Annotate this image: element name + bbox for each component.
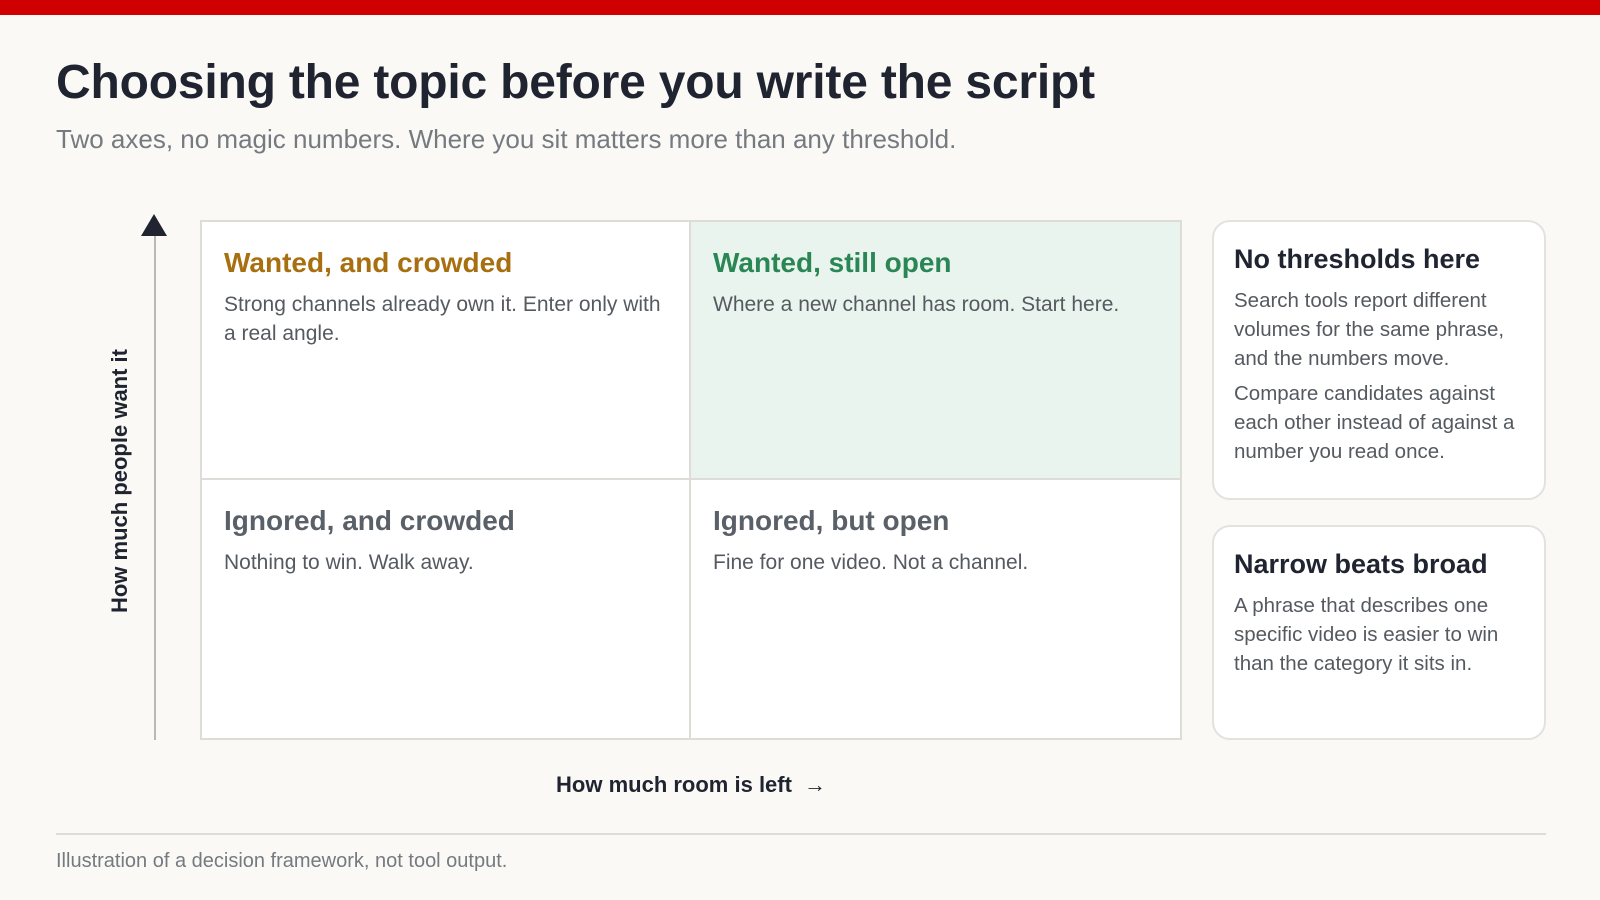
footer-divider bbox=[56, 833, 1546, 835]
quadrant-description: Nothing to win. Walk away. bbox=[224, 551, 474, 574]
decision-matrix: Wanted, and crowded Strong channels alre… bbox=[200, 220, 1182, 740]
page-title: Choosing the topic before you write the … bbox=[56, 56, 1095, 109]
card-paragraph: Search tools report different volumes fo… bbox=[1234, 289, 1505, 370]
quadrant-title: Ignored, but open bbox=[713, 505, 950, 536]
card-title: No thresholds here bbox=[1234, 244, 1481, 274]
quadrant-description: Strong channels already own it. Enter on… bbox=[224, 293, 661, 345]
top-accent-bar bbox=[0, 0, 1600, 15]
footer-note: Illustration of a decision framework, no… bbox=[56, 850, 508, 872]
y-axis-label: How much people want it bbox=[107, 349, 132, 614]
quadrant-title: Wanted, still open bbox=[713, 247, 952, 278]
quadrant-title: Wanted, and crowded bbox=[224, 247, 513, 278]
quadrant-description: Where a new channel has room. Start here… bbox=[713, 293, 1120, 316]
quadrant-description: Fine for one video. Not a channel. bbox=[713, 551, 1029, 574]
card-title: Narrow beats broad bbox=[1234, 549, 1488, 579]
quadrant-ignored-open: Ignored, but open Fine for one video. No… bbox=[691, 480, 1180, 738]
quadrant-wanted-crowded: Wanted, and crowded Strong channels alre… bbox=[202, 222, 691, 480]
note-card-no-thresholds: No thresholds here Search tools report d… bbox=[1212, 220, 1546, 500]
x-axis-label: How much room is left → bbox=[200, 772, 1182, 798]
y-axis-line bbox=[154, 226, 156, 740]
card-paragraph: A phrase that describes one specific vid… bbox=[1234, 594, 1499, 675]
page-subtitle: Two axes, no magic numbers. Where you si… bbox=[56, 124, 957, 154]
note-card-narrow-beats-broad: Narrow beats broad A phrase that describ… bbox=[1212, 525, 1546, 740]
x-axis-label-text: How much room is left bbox=[556, 772, 792, 797]
card-paragraph: Compare candidates against each other in… bbox=[1234, 382, 1515, 463]
quadrant-wanted-open: Wanted, still open Where a new channel h… bbox=[691, 222, 1180, 480]
y-axis-arrow-icon bbox=[141, 214, 167, 236]
right-arrow-icon: → bbox=[803, 772, 826, 797]
quadrant-title: Ignored, and crowded bbox=[224, 505, 515, 536]
quadrant-ignored-crowded: Ignored, and crowded Nothing to win. Wal… bbox=[202, 480, 691, 738]
